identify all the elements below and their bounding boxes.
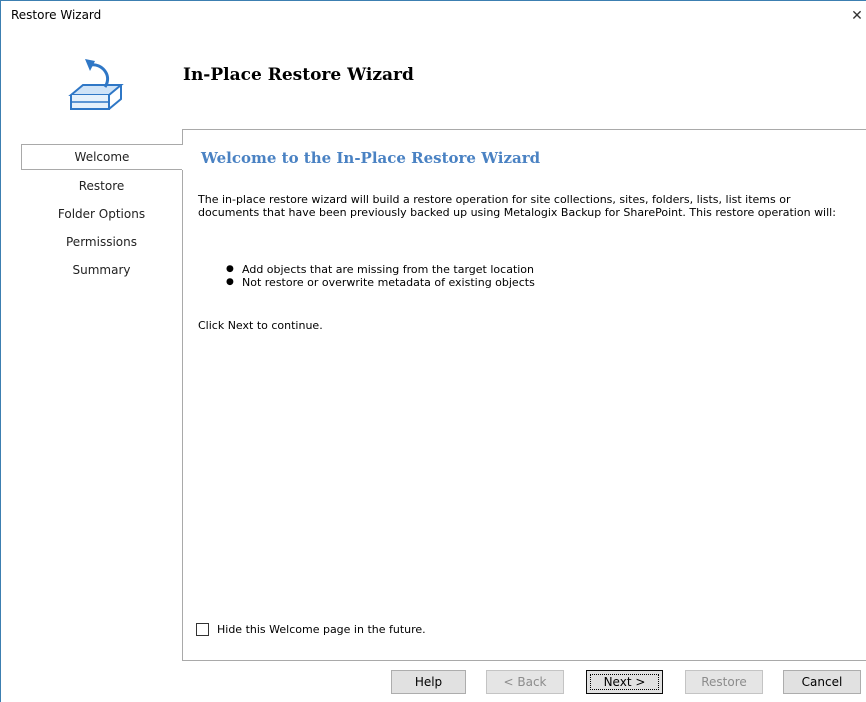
wizard-header-title: In-Place Restore Wizard bbox=[183, 65, 414, 85]
sidebar-item-restore[interactable]: Restore bbox=[21, 172, 182, 200]
close-icon[interactable]: ✕ bbox=[847, 6, 866, 26]
hide-welcome-row[interactable]: Hide this Welcome page in the future. bbox=[196, 623, 426, 636]
next-button[interactable]: Next > bbox=[586, 670, 663, 694]
back-button[interactable]: < Back bbox=[486, 670, 564, 694]
restore-button-label: Restore bbox=[701, 675, 747, 689]
sidebar-item-permissions[interactable]: Permissions bbox=[21, 228, 182, 256]
active-tab-joiner bbox=[182, 145, 183, 170]
continue-hint: Click Next to continue. bbox=[198, 319, 323, 332]
sidebar-item-summary[interactable]: Summary bbox=[21, 256, 182, 284]
wizard-steps-sidebar: Welcome Restore Folder Options Permissio… bbox=[21, 144, 182, 284]
list-item: Not restore or overwrite metadata of exi… bbox=[226, 276, 535, 289]
back-button-label: < Back bbox=[503, 675, 547, 689]
title-bar: Restore Wizard ✕ bbox=[1, 1, 866, 31]
cancel-button[interactable]: Cancel bbox=[783, 670, 861, 694]
restore-button[interactable]: Restore bbox=[685, 670, 763, 694]
feature-list: Add objects that are missing from the ta… bbox=[226, 263, 535, 289]
help-button[interactable]: Help bbox=[391, 670, 466, 694]
intro-text: The in-place restore wizard will build a… bbox=[198, 193, 836, 219]
list-item: Add objects that are missing from the ta… bbox=[226, 263, 535, 276]
restore-database-icon bbox=[68, 59, 124, 110]
sidebar-item-folder-options[interactable]: Folder Options bbox=[21, 200, 182, 228]
hide-welcome-checkbox[interactable] bbox=[196, 623, 209, 636]
help-button-label: Help bbox=[414, 675, 443, 689]
hide-welcome-label[interactable]: Hide this Welcome page in the future. bbox=[217, 623, 426, 636]
cancel-button-label: Cancel bbox=[801, 675, 843, 689]
window-title: Restore Wizard bbox=[11, 8, 102, 22]
restore-wizard-window: Restore Wizard ✕ In-Place Restore Wizard… bbox=[0, 0, 866, 702]
welcome-heading: Welcome to the In-Place Restore Wizard bbox=[201, 149, 541, 167]
sidebar-item-welcome[interactable]: Welcome bbox=[21, 144, 182, 170]
next-button-label: Next > bbox=[603, 675, 646, 689]
